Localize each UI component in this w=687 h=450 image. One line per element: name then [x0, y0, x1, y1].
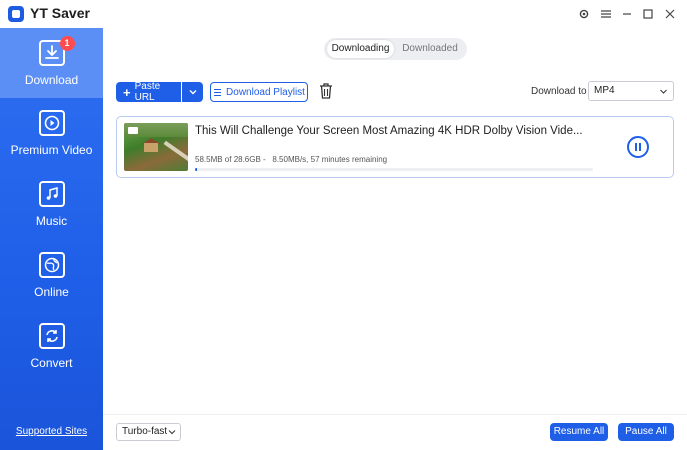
format-value: MP4: [594, 85, 615, 96]
resume-all-button[interactable]: Resume All: [550, 423, 608, 441]
footer-divider: [103, 414, 687, 415]
paste-url-button[interactable]: + Paste URL: [116, 81, 203, 103]
speed-remaining: 8.50MB/s, 57 minutes remaining: [272, 155, 388, 164]
play-icon: [38, 110, 65, 136]
main-panel: Downloading Downloaded + Paste URL Downl…: [103, 28, 687, 450]
paste-url-main[interactable]: + Paste URL: [116, 81, 181, 103]
sidebar-item-label: Music: [35, 214, 68, 228]
tab-downloading[interactable]: Downloading: [327, 40, 394, 58]
sidebar-item-label: Online: [34, 285, 69, 299]
plus-icon: +: [123, 84, 131, 100]
camera-icon: [128, 127, 138, 134]
progress-text: 58.5MB of 28.6GB - 8.50MB/s, 57 minutes …: [195, 155, 387, 164]
chevron-down-icon: [168, 430, 176, 435]
download-tabs: Downloading Downloaded: [324, 38, 467, 60]
speed-mode-select[interactable]: Turbo-fast: [116, 423, 181, 441]
video-title: This Will Challenge Your Screen Most Ama…: [195, 125, 583, 137]
maximize-icon[interactable]: [638, 4, 658, 24]
sidebar-item-label: Premium Video: [10, 143, 93, 157]
globe-icon: [38, 252, 65, 278]
sidebar-item-convert[interactable]: Convert: [0, 311, 103, 381]
music-icon: [38, 181, 65, 207]
progress-bar-fill: [195, 168, 197, 171]
close-icon[interactable]: [660, 4, 680, 24]
progress-bar: [195, 168, 593, 171]
download-icon: 1: [38, 36, 75, 66]
speed-mode-value: Turbo-fast: [122, 426, 168, 437]
supported-sites-link[interactable]: Supported Sites: [0, 426, 103, 437]
minimize-icon[interactable]: [617, 4, 637, 24]
sidebar-item-label: Convert: [30, 356, 73, 370]
sidebar-item-online[interactable]: Online: [0, 240, 103, 310]
download-playlist-button[interactable]: Download Playlist: [210, 82, 308, 102]
download-to-label: Download to: [531, 86, 587, 97]
size-progress: 58.5MB of 28.6GB -: [195, 155, 266, 164]
download-count-badge: 1: [59, 36, 75, 51]
chevron-down-icon[interactable]: [181, 82, 203, 102]
menu-icon[interactable]: [596, 4, 616, 24]
gear-icon[interactable]: [574, 4, 594, 24]
download-playlist-label: Download Playlist: [226, 86, 305, 98]
sidebar-item-music[interactable]: Music: [0, 169, 103, 239]
sidebar: 1 Download Premium Video Music Online Co…: [0, 28, 103, 450]
sidebar-item-label: Download: [24, 73, 79, 87]
convert-icon: [38, 323, 65, 349]
chevron-down-icon: [660, 89, 667, 94]
download-item-card: This Will Challenge Your Screen Most Ama…: [116, 116, 674, 178]
sidebar-item-premium-video[interactable]: Premium Video: [0, 98, 103, 168]
format-select[interactable]: MP4: [588, 81, 674, 101]
app-logo-icon: [8, 6, 24, 22]
app-title: YT Saver: [30, 5, 90, 21]
trash-icon[interactable]: [318, 82, 334, 100]
list-icon: [214, 88, 222, 96]
title-bar: YT Saver: [0, 0, 687, 28]
paste-url-label: Paste URL: [134, 81, 161, 103]
sidebar-item-download[interactable]: 1 Download: [0, 28, 103, 98]
pause-all-button[interactable]: Pause All: [618, 423, 674, 441]
pause-icon[interactable]: [627, 136, 649, 158]
video-thumbnail: [124, 123, 188, 171]
tab-downloaded[interactable]: Downloaded: [396, 40, 464, 58]
